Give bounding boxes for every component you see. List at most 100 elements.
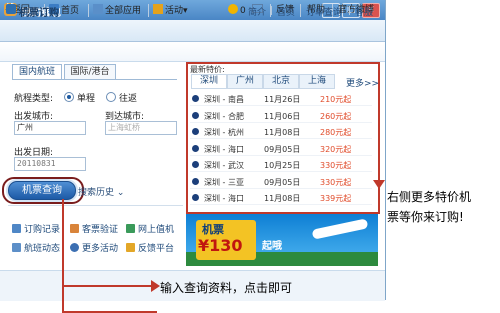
feedback-platform-link[interactable]: 反馈平台 (126, 241, 174, 254)
search-button[interactable]: 机票查询 (8, 181, 76, 200)
date-text: 11月06日 (264, 111, 301, 121)
annotation-arrow-line (62, 199, 64, 312)
row-divider (190, 105, 372, 106)
airline-logo-icon (192, 177, 199, 185)
round-trip-radio[interactable] (106, 92, 116, 102)
airline-logo-icon (192, 194, 199, 201)
edit-icon (126, 243, 135, 252)
tab-underline (12, 79, 177, 80)
route-text: 深圳 - 海口 (204, 144, 244, 154)
special-offer-row[interactable]: 深圳 - 三亚 09月05日 330元起 (190, 175, 372, 189)
tab-domestic[interactable]: 国内航班 (12, 64, 62, 79)
from-city-input[interactable]: 广州 (14, 121, 86, 135)
airline-logo-icon (192, 144, 199, 152)
app-header (0, 42, 385, 62)
home-label: 首页 (61, 6, 80, 16)
city-tab-shanghai[interactable]: 上海 (299, 74, 335, 89)
price-text[interactable]: 330元起 (320, 160, 351, 171)
route-text: 深圳 - 海口 (204, 194, 244, 203)
airline-logo-icon (192, 95, 199, 102)
header-divider (271, 6, 272, 15)
annotation-right-line1: 右侧更多特价机 (387, 190, 472, 204)
ticket-verify-label: 客票验证 (82, 225, 119, 235)
airplane-icon (12, 243, 21, 252)
activity-label: 活动 (165, 6, 184, 16)
annotation-bottom: 输入查询资料，点击即可 (160, 281, 293, 295)
more-activities-link[interactable]: 更多活动 (70, 241, 118, 254)
online-checkin-label: 网上值机 (138, 225, 175, 235)
flight-status-label: 航班动态 (24, 244, 61, 254)
price-text[interactable]: 330元起 (320, 177, 351, 188)
coin-balance[interactable]: 0 (228, 4, 246, 17)
date-input[interactable]: 20110831 (14, 157, 86, 171)
chat-icon (70, 243, 79, 252)
intro-link[interactable]: 简介 (248, 5, 266, 18)
price-text[interactable]: 210元起 (320, 94, 351, 105)
trip-type-label: 航程类型: (14, 94, 54, 104)
row-divider (190, 204, 372, 205)
header-divider (300, 6, 301, 15)
all-apps-button[interactable]: 全部应用 (93, 4, 141, 17)
section-divider (8, 205, 183, 206)
price-text[interactable]: 260元起 (320, 111, 351, 122)
special-offer-row[interactable]: 深圳 - 武汉 10月25日 330元起 (190, 158, 372, 172)
to-city-input[interactable]: 上海虹桥 (105, 121, 177, 135)
more-specials-link[interactable]: 更多>> (346, 76, 379, 89)
ticket-verify-link[interactable]: 客票验证 (70, 222, 118, 235)
order-query-link[interactable]: 订单查询 (306, 5, 342, 18)
row-divider (190, 121, 372, 123)
special-offer-row[interactable]: 深圳 - 海口 09月05日 320元起 (190, 142, 372, 156)
price-text[interactable]: 320元起 (320, 144, 351, 155)
tab-international[interactable]: 国际/港台 (64, 64, 116, 79)
annotation-arrow-head (151, 280, 160, 292)
toolbar (0, 20, 385, 42)
route-text: 深圳 - 南昌 (204, 95, 244, 104)
airline-logo-icon (192, 128, 199, 135)
header-divider (349, 6, 350, 15)
route-text: 深圳 - 合肥 (204, 111, 244, 121)
annotation-arrow-line (378, 135, 380, 183)
coin-count: 0 (240, 6, 246, 16)
city-tab-shenzhen[interactable]: 深圳 (191, 74, 227, 89)
grid-icon (93, 4, 103, 14)
airline-logo-icon (192, 161, 199, 168)
search-history-link[interactable]: 搜索历史 ⌄ (78, 185, 124, 198)
row-divider (190, 187, 372, 189)
order-history-link[interactable]: 订购记录 (12, 222, 60, 235)
toolbar-divider (148, 4, 149, 17)
date-text: 09月05日 (264, 144, 301, 154)
history-label: 搜索历史 (78, 188, 115, 198)
date-text: 11月26日 (264, 95, 301, 104)
date-text: 11月08日 (264, 194, 301, 203)
home-link[interactable]: 首页 (277, 5, 295, 18)
price-text[interactable]: 280元起 (320, 127, 351, 138)
cart-icon (12, 224, 21, 233)
round-trip-label: 往返 (119, 94, 138, 104)
special-offer-row[interactable]: 深圳 - 南昌 11月26日 210元起 (190, 92, 372, 106)
apps-label: 全部应用 (105, 6, 142, 16)
one-way-radio[interactable] (64, 92, 74, 102)
row-divider (190, 154, 372, 156)
airline-logo-icon (192, 111, 199, 119)
price-text[interactable]: 339元起 (320, 193, 351, 204)
route-text: 深圳 - 武汉 (204, 161, 244, 170)
feedback-platform-label: 反馈平台 (138, 244, 175, 254)
ticket-icon (70, 224, 79, 233)
city-tab-guangzhou[interactable]: 广州 (227, 74, 263, 89)
ticket-app-icon (6, 4, 16, 14)
flight-status-link[interactable]: 航班动态 (12, 241, 60, 254)
annotation-arrow-head (373, 180, 385, 189)
special-offer-row[interactable]: 深圳 - 海口 11月08日 339元起 (190, 191, 372, 205)
city-tab-beijing[interactable]: 北京 (263, 74, 299, 89)
activity-menu[interactable]: 活动▾ (153, 4, 188, 17)
banner-price: ¥130 (198, 236, 243, 255)
chevron-down-icon: ⌄ (114, 188, 125, 198)
flag-icon (153, 4, 163, 14)
row-divider (190, 138, 372, 139)
online-checkin-link[interactable]: 网上值机 (126, 222, 174, 235)
special-offer-row[interactable]: 深圳 - 合肥 11月06日 260元起 (190, 109, 372, 123)
banner-slogan: 起哦 (262, 241, 282, 252)
special-offer-row[interactable]: 深圳 - 杭州 11月08日 280元起 (190, 125, 372, 139)
customer-service-link[interactable]: 客服 (355, 5, 373, 18)
annotation-right-line2: 票等你来订购! (387, 210, 464, 224)
